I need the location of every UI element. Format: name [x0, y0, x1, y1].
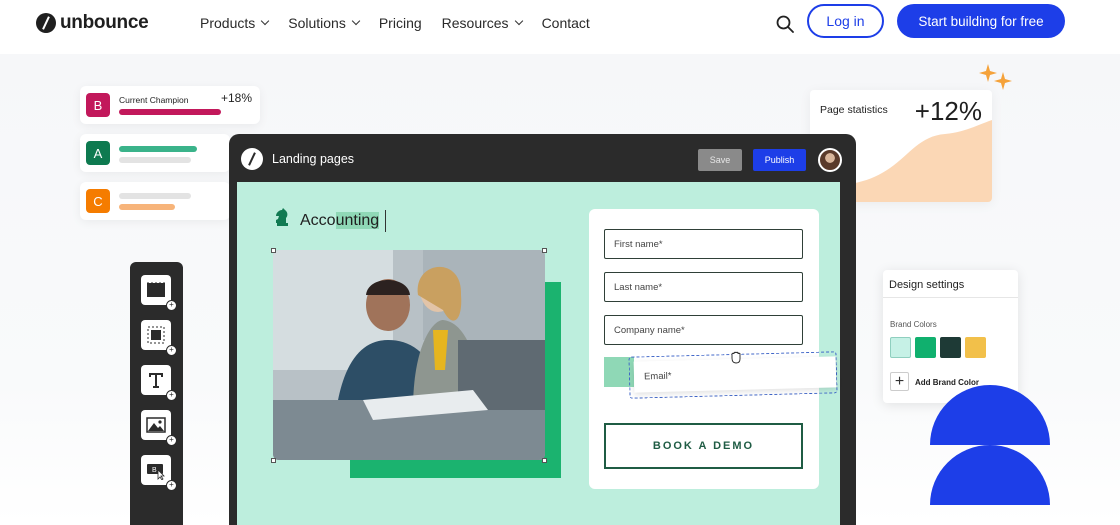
variant-bar-primary — [119, 193, 191, 199]
menu-contact-label: Contact — [541, 15, 590, 31]
menu-products[interactable]: Products — [200, 14, 270, 32]
book-demo-button[interactable]: BOOK A DEMO — [604, 423, 803, 469]
variant-bar-secondary — [119, 157, 191, 163]
plus-icon: + — [894, 372, 905, 390]
search-icon[interactable] — [776, 15, 794, 33]
chevron-down-icon — [351, 16, 361, 26]
champion-label: Current Champion — [119, 95, 189, 105]
headline-text: Acco — [300, 212, 336, 230]
editor-title: Landing pages — [272, 152, 355, 166]
menu-pricing-label: Pricing — [378, 15, 422, 31]
menu-resources[interactable]: Resources — [441, 14, 523, 32]
add-brand-color-label[interactable]: Add Brand Color — [915, 378, 979, 387]
variant-card-a: A — [80, 134, 230, 172]
add-icon: + — [166, 480, 177, 491]
chess-knight-icon — [276, 208, 288, 226]
landing-page-editor: Landing pages Save Publish Accounting Fi… — [229, 134, 856, 525]
image-icon — [146, 417, 166, 433]
element-toolbar: + + + + B + — [130, 262, 183, 525]
save-button[interactable]: Save — [698, 149, 742, 171]
sparkle-icon — [979, 64, 1012, 90]
box-icon — [147, 326, 165, 344]
unbounce-logo[interactable]: unbounce — [36, 12, 149, 34]
unbounce-logo-icon — [241, 148, 263, 170]
last-name-field[interactable]: Last name* — [604, 272, 803, 302]
text-icon — [149, 373, 163, 388]
section-icon — [147, 282, 165, 297]
variant-badge-c: C — [86, 189, 110, 213]
brand-color-swatch-yellow[interactable] — [965, 337, 986, 358]
unbounce-logo-icon — [36, 13, 56, 33]
add-icon: + — [166, 390, 177, 401]
brand-name: unbounce — [60, 12, 149, 33]
publish-button[interactable]: Publish — [753, 149, 806, 171]
button-tool[interactable]: B + — [141, 455, 177, 491]
add-icon: + — [166, 300, 177, 311]
menu-resources-label: Resources — [441, 15, 509, 31]
design-settings-title: Design settings — [889, 279, 965, 291]
button-icon: B — [147, 464, 165, 480]
brand-color-swatch-mint[interactable] — [890, 337, 911, 358]
company-name-field[interactable]: Company name* — [604, 315, 803, 345]
box-tool[interactable]: + — [141, 320, 177, 356]
headline-selected-text: unting — [335, 212, 380, 230]
statistics-value: +12% — [914, 96, 982, 126]
photo-illustration — [273, 250, 545, 460]
variant-bar-secondary — [119, 204, 175, 210]
add-icon: + — [166, 435, 177, 446]
brand-colors-label: Brand Colors — [890, 320, 937, 329]
hero-photo[interactable] — [273, 250, 545, 460]
champion-delta: +18% — [221, 91, 253, 105]
resize-handle[interactable] — [271, 248, 276, 253]
resize-handle[interactable] — [542, 458, 547, 463]
chevron-down-icon — [261, 16, 270, 26]
add-brand-color-button[interactable]: + — [890, 372, 909, 391]
brand-color-swatch-green[interactable] — [915, 337, 936, 358]
variant-card-c: C — [80, 182, 230, 220]
resize-handle[interactable] — [271, 458, 276, 463]
statistics-label: Page statistics — [820, 104, 888, 116]
menu-solutions-label: Solutions — [288, 15, 346, 31]
brand-color-swatch-dark[interactable] — [940, 337, 961, 358]
svg-text:B: B — [152, 467, 157, 474]
text-tool[interactable]: + — [141, 365, 177, 401]
headline-text-editing[interactable]: Accounting — [300, 210, 387, 232]
section-tool[interactable]: + — [141, 275, 177, 311]
menu-contact[interactable]: Contact — [542, 14, 590, 32]
add-icon: + — [166, 345, 177, 356]
lead-form: First name* Last name* Company name* BOO… — [589, 209, 819, 489]
divider — [883, 297, 1018, 298]
login-button[interactable]: Log in — [807, 4, 884, 38]
menu-products-label: Products — [200, 15, 256, 31]
menu-pricing[interactable]: Pricing — [379, 14, 422, 32]
main-menu: Products Solutions Pricing Resources Con… — [200, 14, 610, 32]
menu-solutions[interactable]: Solutions — [288, 14, 361, 32]
variant-badge-b: B — [86, 93, 110, 117]
editor-canvas[interactable]: Accounting First name* Last name* Compan… — [237, 182, 840, 525]
chevron-down-icon — [514, 16, 523, 26]
start-building-button[interactable]: Start building for free — [897, 4, 1065, 38]
variant-badge-a: A — [86, 141, 110, 165]
variant-bar-primary — [119, 146, 197, 152]
text-caret — [385, 210, 387, 232]
image-tool[interactable]: + — [141, 410, 177, 446]
champion-bar — [119, 109, 221, 115]
first-name-field[interactable]: First name* — [604, 229, 803, 259]
champion-card-b: B Current Champion +18% — [80, 86, 260, 124]
top-nav: unbounce Products Solutions Pricing Reso… — [0, 0, 1120, 54]
resize-handle[interactable] — [542, 248, 547, 253]
grab-hand-icon — [731, 351, 741, 364]
design-settings-panel: Design settings Brand Colors + Add Brand… — [883, 270, 1018, 403]
avatar[interactable] — [818, 148, 842, 172]
